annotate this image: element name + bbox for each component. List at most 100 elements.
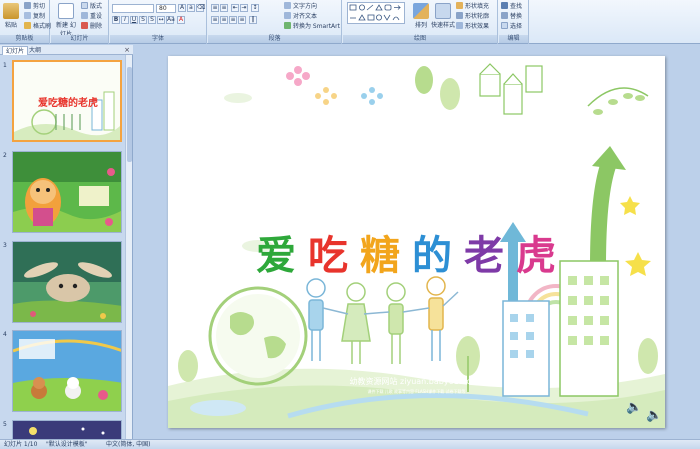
watermark-text: 幼教资源网站 ziyuan.baby611.com	[349, 377, 484, 386]
copy-button[interactable]: 复制	[24, 11, 45, 20]
slide-thumbnail[interactable]	[12, 241, 122, 323]
ribbon: 粘贴 剪切 复制 格式刷 剪贴板 新建 幻灯片 版式 重设	[0, 0, 700, 44]
shapes-gallery[interactable]	[347, 2, 405, 24]
format-painter-button[interactable]: 格式刷	[24, 21, 51, 30]
pen-icon	[456, 12, 463, 19]
slide-workspace: 爱 吃 糖 的 老 虎 幼教资源网站 ziyuan.baby611.com 课件…	[134, 45, 700, 439]
status-bar: 幻灯片 1/10 "默认设计模板" 中文(简体, 中国)	[0, 439, 700, 449]
tab-outline[interactable]: 大纲	[26, 46, 44, 55]
numbering-button[interactable]: ≡	[220, 4, 228, 12]
slides-group: 新建 幻灯片 版式 重设 删除 幻灯片	[51, 0, 109, 44]
text-direction-icon	[284, 2, 291, 9]
shape-effects-button[interactable]: 形状效果	[456, 21, 489, 30]
slide-thumbnail[interactable]	[12, 151, 122, 233]
slides-panel: 幻灯片 大纲 × 1 爱吃糖的老虎 2 3 4 5	[0, 45, 133, 440]
panel-scrollbar[interactable]	[125, 55, 132, 439]
drawing-group-label: 绘图	[343, 35, 497, 43]
close-icon[interactable]: ×	[124, 46, 130, 54]
quick-styles-icon	[435, 3, 451, 19]
decrease-indent-button[interactable]: ⇤	[231, 4, 239, 12]
slide-counter: 幻灯片 1/10	[4, 441, 38, 448]
tab-slides[interactable]: 幻灯片	[2, 46, 29, 55]
smartart-icon	[284, 22, 291, 29]
slide-number: 2	[3, 152, 7, 159]
bullets-button[interactable]: ≡	[211, 4, 219, 12]
case-button[interactable]: Aa	[166, 16, 175, 24]
shadow-button[interactable]: S	[148, 16, 156, 24]
language-indicator[interactable]: 中文(简体, 中国)	[106, 440, 151, 449]
cut-button[interactable]: 剪切	[24, 1, 45, 10]
spacing-button[interactable]: ↔	[157, 16, 165, 24]
delete-icon	[81, 22, 88, 29]
slide-canvas[interactable]: 爱 吃 糖 的 老 虎 幼教资源网站 ziyuan.baby611.com 课件…	[168, 56, 665, 428]
italic-button[interactable]: I	[121, 16, 129, 24]
clipboard-group: 粘贴 剪切 复制 格式刷 剪贴板	[0, 0, 51, 44]
title-char[interactable]: 糖	[360, 223, 400, 281]
find-button[interactable]: 查找	[501, 1, 522, 10]
replace-button[interactable]: 替换	[501, 11, 522, 20]
align-left-button[interactable]: ≡	[211, 16, 219, 24]
slide-number: 1	[3, 62, 7, 69]
slides-group-label: 幻灯片	[51, 35, 108, 43]
grow-font-button[interactable]: A	[178, 4, 186, 12]
clear-format-button[interactable]: ⌫	[196, 4, 205, 12]
font-size-field[interactable]: 80	[156, 4, 176, 13]
scroll-thumb[interactable]	[127, 67, 132, 162]
select-button[interactable]: 选择	[501, 21, 522, 30]
binoculars-icon	[501, 2, 508, 9]
font-color-button[interactable]: A	[177, 16, 185, 24]
font-group: 80 A a ⌫ B I U S S ↔ Aa A 字体	[110, 0, 207, 44]
title-char[interactable]: 老	[464, 223, 504, 281]
reset-button[interactable]: 重设	[81, 11, 102, 20]
effects-icon	[456, 22, 463, 29]
new-slide-button[interactable]: 新建 幻灯片	[55, 3, 77, 38]
slide-thumbnail[interactable]	[12, 330, 122, 412]
speaker-icon[interactable]: 🔈	[626, 400, 642, 415]
shrink-font-button[interactable]: a	[187, 4, 195, 12]
title-char[interactable]: 的	[412, 223, 452, 281]
speaker-icon[interactable]: 🔈	[646, 408, 662, 423]
layout-button[interactable]: 版式	[81, 1, 102, 10]
editing-group-label: 编辑	[499, 35, 528, 43]
paste-button[interactable]: 粘贴	[3, 3, 19, 29]
editing-group: 查找 替换 选择 编辑	[499, 0, 529, 44]
scissors-icon	[24, 2, 31, 9]
slide-thumbnail[interactable]	[12, 420, 122, 440]
arrange-button[interactable]: 排列	[411, 3, 431, 29]
underline-button[interactable]: U	[130, 16, 138, 24]
align-center-button[interactable]: ≡	[220, 16, 228, 24]
theme-name: "默认设计模板"	[46, 441, 88, 448]
font-name-field[interactable]	[112, 4, 154, 13]
title-char[interactable]: 虎	[516, 223, 556, 281]
cursor-icon	[501, 22, 508, 29]
strikethrough-button[interactable]: S	[139, 16, 147, 24]
panel-tabs: 幻灯片 大纲 ×	[0, 45, 133, 55]
increase-indent-button[interactable]: ⇥	[240, 4, 248, 12]
new-slide-icon	[58, 3, 74, 19]
brush-icon	[24, 22, 31, 29]
font-group-label: 字体	[110, 35, 206, 43]
align-text-button[interactable]: 对齐文本	[284, 11, 317, 20]
slide-number: 5	[3, 421, 7, 428]
line-spacing-button[interactable]: ↕	[251, 4, 259, 12]
text-direction-button[interactable]: 文字方向	[284, 1, 317, 10]
fill-bucket-icon	[456, 2, 463, 9]
smartart-button[interactable]: 转换为 SmartArt	[284, 21, 340, 30]
copy-icon	[24, 12, 31, 19]
slide-number: 3	[3, 242, 7, 249]
replace-icon	[501, 12, 508, 19]
align-text-icon	[284, 12, 291, 19]
quick-styles-button[interactable]: 快速样式	[431, 3, 455, 29]
bold-button[interactable]: B	[112, 16, 120, 24]
shape-outline-button[interactable]: 形状轮廓	[456, 11, 489, 20]
watermark-subtext: 课件下载 儿歌 故事等内容 FLASH课件下载 试卷下载等	[367, 389, 466, 394]
slide-thumbnail[interactable]: 爱吃糖的老虎	[12, 60, 122, 142]
title-char[interactable]: 吃	[308, 223, 348, 281]
align-right-button[interactable]: ≡	[229, 16, 237, 24]
shape-fill-button[interactable]: 形状填充	[456, 1, 489, 10]
columns-button[interactable]: ‖	[249, 16, 257, 24]
delete-slide-button[interactable]: 删除	[81, 21, 102, 30]
paste-icon	[3, 3, 19, 19]
title-char[interactable]: 爱	[256, 223, 296, 281]
justify-button[interactable]: ≡	[238, 16, 246, 24]
